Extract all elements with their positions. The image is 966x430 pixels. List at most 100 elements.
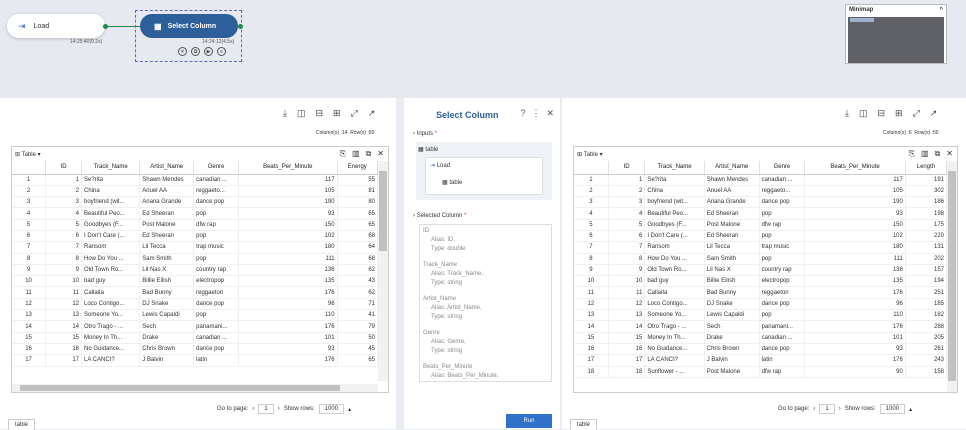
copy-icon[interactable]: ⧉ [191,47,200,56]
select-column-node-frame[interactable]: ▦ Select Column 14:24:12(4.5s) ✕ ⧉ ▶ ≡ [135,10,242,62]
table-row[interactable]: 66I Don't Care (... Ed Sheeran pop 102 68 [12,230,379,243]
table-row[interactable]: 15 15 Money In Th... Drake canadian ... 101 50 [12,332,379,344]
table-row[interactable]: 4 4 Beautiful Peo... Ed Sheeran pop 93 65 [12,207,379,220]
table-row[interactable]: 13 13 Someone Yo... Lewis Capaldi pop 110 182 [574,309,948,322]
column-header[interactable]: Length [905,161,948,175]
table-row[interactable]: 1 1 Se?rita Shawn Mendes canadian ... 117 55 [12,174,379,186]
rows-select[interactable]: 1000 [318,404,345,414]
close-icon[interactable]: ✕ [377,149,384,159]
bottom-tab-table[interactable]: table [570,419,598,430]
next-page-icon[interactable]: › [278,406,280,412]
table-row[interactable]: 9 9 Old Town Ro... Lil Nas Xcountry rap 136 6… [12,264,379,277]
table-row[interactable]: 12 12 Loco Contigo... DJ Snake dance pop 96 71 [12,298,379,311]
table-row[interactable]: 2 2 China Anuel AA reggaeto... 105 302 [574,185,948,198]
table-row[interactable]: 8 8 How Do You ... Sam Smith pop 111 68 [12,253,379,265]
table-row[interactable]: 10 10 bad guy Billie Eilish electropop 135 194 [574,275,948,288]
next-page-icon[interactable]: › [839,406,841,412]
column-header[interactable]: Energy [337,161,379,175]
chevron-up-icon[interactable]: ^ [939,7,943,13]
help-icon[interactable]: ? [520,108,525,119]
copy-table-icon[interactable]: ⧉ [366,149,372,159]
export-icon[interactable]: ⎘ [909,149,915,159]
column-header[interactable]: Artist_Name [704,161,760,175]
split-vertical-icon[interactable]: ◫ [297,108,306,119]
minimap-view[interactable] [848,17,944,63]
expand-icon[interactable]: ⤢ [913,108,920,119]
table-row[interactable]: 4 4 Beautiful Peo... Ed Sheeran pop 93 198 [574,207,948,220]
select-column-node[interactable]: ▦ Select Column [140,14,238,38]
table-row[interactable]: 17 17 LA CANCI? J Balvin latin 176 243 [574,354,948,367]
external-link-icon[interactable]: ↗ [368,108,376,119]
export-icon[interactable]: ⎘ [340,149,346,159]
table-row[interactable]: 15 15 Money In Th... Drake canadian ... 101 20… [574,332,948,344]
column-header[interactable]: ID [45,161,82,175]
columns-icon[interactable]: ▥ [352,149,360,159]
table-row[interactable]: 14 14 Otro Trago - ... Sech panamani... 176 79 [12,320,379,333]
run-icon[interactable]: ▶ [204,47,213,56]
copy-table-icon[interactable]: ⧉ [935,149,941,159]
split-vertical-icon[interactable]: ◫ [859,108,868,119]
close-icon[interactable]: ✕ [946,149,953,159]
vertical-scrollbar[interactable] [947,161,957,392]
table-row[interactable]: 10 10 bad guy Billie Eilish electropop 135 43 [12,275,379,288]
table-row[interactable]: 16 16 No Guidance... Chris Brown dance pop 93… [12,343,379,356]
selected-column-item[interactable]: ID Alias: ID, Type: double [423,227,548,254]
rows-select[interactable]: 1000 [879,404,906,414]
column-header[interactable]: Beats_Per_Minute [238,161,338,175]
grid-icon[interactable]: ⊞ [333,108,341,119]
column-header[interactable]: Beats_Per_Minute [804,161,906,175]
page-input[interactable]: 1 [258,404,274,414]
load-node[interactable]: ⇥ Load [7,14,105,38]
table-row[interactable]: 5 5 Goodbyes (F... Post Malone dfw rap 150 65 [12,219,379,231]
split-horizontal-icon[interactable]: ⊟ [316,108,324,119]
close-icon[interactable]: ✕ [546,108,554,119]
inputs-section[interactable]: › Inputs * [413,131,437,137]
table-row[interactable]: 13 13 Someone Yo... Lewis Capaldi pop 110 41 [12,309,379,322]
bottom-tab-table[interactable]: table [8,419,36,430]
table-row[interactable]: 16 16 No Guidance... Chris Brown dance pop 93… [574,343,948,356]
table-row[interactable]: 66I Don't Care (... Ed Sheeran pop 102 220 [574,230,948,243]
table-row[interactable]: 12 12 Loco Contigo... DJ Snake dance pop 96 18… [574,298,948,311]
column-header[interactable]: ID [608,161,646,175]
columns-icon[interactable]: ▥ [921,149,929,159]
table-row[interactable]: 5 5 Goodbyes (F... Post Malone dfw rap 150 175 [574,219,948,231]
table-row[interactable]: 14 14 Otro Trago - ... Sech panamani... 176 28… [574,320,948,333]
table-row[interactable]: 7 7 Ransom Lil Tecca trap music 180 131 [574,241,948,254]
more-icon[interactable]: ⋮ [531,108,540,119]
horizontal-scrollbar[interactable] [12,384,378,392]
minimap-viewport[interactable] [850,18,874,22]
delete-icon[interactable]: ✕ [178,47,187,56]
table-row[interactable]: 8 8 How Do You ... Sam Smith pop 111 202 [574,253,948,265]
table-row[interactable]: 9 9 Old Town Ro... Lil Nas Xcountry rap 136 1… [574,264,948,277]
prev-page-icon[interactable]: ‹ [813,406,815,412]
selected-column-section[interactable]: › Selected Column * [413,213,466,219]
chevron-up-icon[interactable]: ▴ [348,406,351,413]
column-header[interactable]: Genre [193,161,239,175]
expand-icon[interactable]: ⤢ [351,108,358,119]
select-output-port[interactable] [238,24,243,29]
vertical-scrollbar[interactable] [378,161,388,381]
column-header[interactable]: Genre [759,161,806,175]
table-row[interactable]: 17 17 LA CANCI? J Balvin latin 176 65 [12,354,379,367]
run-button[interactable]: Run [506,414,552,428]
split-horizontal-icon[interactable]: ⊟ [878,108,886,119]
workflow-canvas[interactable]: ⇥ Load 14:25:40(0.2s) ▦ Select Column 14… [0,0,966,98]
table-view-dropdown[interactable]: ⊞ Table ▾ [577,151,603,158]
chevron-up-icon[interactable]: ▴ [909,406,912,413]
selected-column-item[interactable]: Genre Alias: Genre, Type: string [423,329,548,356]
table-row[interactable]: 11 11 Callaita Bad Bunny reggaeton 176 251 [574,286,948,299]
table-view-dropdown[interactable]: ⊞ Table ▾ [15,151,41,158]
download-icon[interactable]: ⤓ [283,108,287,119]
grid-icon[interactable]: ⊞ [895,108,903,119]
download-icon[interactable]: ⤓ [845,108,849,119]
selected-column-item[interactable]: Track_Name Alias: Track_Name, Type: string [423,261,548,288]
table-row[interactable]: 7 7 Ransom Lil Tecca trap music 180 64 [12,241,379,254]
external-link-icon[interactable]: ↗ [930,108,938,119]
table-row[interactable]: 11 11 Callaita Bad Bunny reggaeton 176 62 [12,286,379,299]
table-row[interactable]: 2 2 China Anuel AA reggaeto... 105 81 [12,185,379,198]
selected-columns-list[interactable]: ID Alias: ID, Type: double Track_Name Alias:… [419,224,552,382]
table-row[interactable]: 3 3 boyfriend (wit... Ariana Grande dance po… [574,196,948,209]
column-header[interactable]: Track_Name [644,161,705,175]
table-row[interactable]: 3 3 boyfriend (wit... Ariana Grande dance po… [12,196,379,209]
page-input[interactable]: 1 [819,404,835,414]
